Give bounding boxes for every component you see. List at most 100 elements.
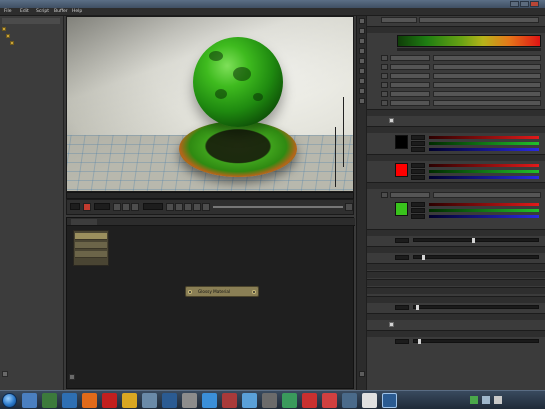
app-icon[interactable] (202, 393, 217, 408)
node-icon[interactable] (381, 100, 388, 106)
field[interactable] (433, 64, 541, 70)
node-icon[interactable] (381, 91, 388, 97)
value-field[interactable] (395, 305, 409, 310)
red-slider[interactable] (429, 136, 539, 139)
value-field[interactable] (411, 147, 425, 152)
node-icon[interactable] (381, 73, 388, 79)
app-icon[interactable] (162, 393, 177, 408)
parameter-slider[interactable] (413, 255, 539, 260)
field[interactable] (433, 73, 541, 79)
field[interactable] (143, 203, 163, 210)
value-field[interactable] (395, 238, 409, 243)
app-icon[interactable] (262, 393, 277, 408)
app-icon[interactable] (302, 393, 317, 408)
app-icon[interactable] (222, 393, 237, 408)
field[interactable] (390, 55, 430, 61)
tray-icon[interactable] (494, 396, 502, 404)
value-field[interactable] (395, 255, 409, 260)
value-field[interactable] (411, 202, 425, 207)
field[interactable] (433, 192, 541, 198)
play-icon[interactable] (131, 203, 139, 211)
value-field[interactable] (411, 169, 425, 174)
parameter-section[interactable] (367, 271, 545, 278)
red-slider[interactable] (429, 203, 539, 206)
enable-checkbox[interactable] (389, 118, 394, 123)
field[interactable] (390, 100, 430, 106)
parameter-section[interactable] (367, 296, 545, 303)
green-slider[interactable] (429, 170, 539, 173)
parameter-section[interactable] (367, 229, 545, 236)
field[interactable] (390, 64, 430, 70)
parameter-section[interactable] (367, 313, 545, 320)
tool-icon[interactable] (359, 58, 365, 64)
value-field[interactable] (395, 339, 409, 344)
pause-icon[interactable] (122, 203, 130, 211)
parameter-section[interactable] (367, 263, 545, 270)
field[interactable] (390, 192, 430, 198)
gradient-bar[interactable] (397, 35, 541, 47)
material-section[interactable] (367, 109, 545, 116)
camera-icon[interactable] (184, 203, 192, 211)
list-item[interactable] (75, 251, 107, 258)
value-field[interactable] (411, 208, 425, 213)
value-field[interactable] (411, 163, 425, 168)
app-icon[interactable] (62, 393, 77, 408)
green-slider[interactable] (429, 142, 539, 145)
roughness-color-swatch[interactable] (395, 202, 408, 216)
gradient-stops[interactable] (397, 48, 541, 51)
list-item[interactable] (75, 242, 107, 249)
blue-slider[interactable] (429, 176, 539, 179)
close-button[interactable] (530, 1, 539, 7)
input-pin[interactable] (188, 290, 192, 294)
tool-icon[interactable] (359, 78, 365, 84)
diffuse-section[interactable] (367, 126, 545, 133)
node-editor[interactable]: Glossy Material (66, 217, 355, 389)
menu-edit[interactable]: Edit (20, 9, 29, 14)
parameter-slider[interactable] (413, 238, 539, 243)
tree-item-selected[interactable] (2, 40, 60, 46)
value-field[interactable] (411, 135, 425, 140)
output-pin[interactable] (252, 290, 256, 294)
expand-icon[interactable] (69, 374, 75, 380)
menu-script[interactable]: Script (36, 9, 49, 14)
app-icon[interactable] (382, 393, 397, 408)
network-icon[interactable] (470, 396, 478, 404)
app-icon[interactable] (362, 393, 377, 408)
inspector-title[interactable] (419, 17, 539, 23)
start-button[interactable] (2, 393, 17, 408)
app-icon[interactable] (282, 393, 297, 408)
menu-file[interactable]: File (4, 9, 12, 14)
field[interactable] (433, 91, 541, 97)
parameter-section[interactable] (367, 246, 545, 253)
media-icon[interactable] (42, 393, 57, 408)
specular-section[interactable] (367, 154, 545, 161)
tool-icon[interactable] (359, 48, 365, 54)
roughness-section[interactable] (367, 182, 545, 189)
red-slider[interactable] (429, 164, 539, 167)
gradient-section[interactable] (367, 26, 545, 33)
blue-slider[interactable] (429, 148, 539, 151)
tool-icon[interactable] (359, 88, 365, 94)
parameter-section[interactable] (367, 287, 545, 294)
firefox-icon[interactable] (82, 393, 97, 408)
tool-icon[interactable] (359, 18, 365, 24)
value-field[interactable] (411, 175, 425, 180)
specular-color-swatch[interactable] (395, 163, 408, 177)
minimize-button[interactable] (510, 1, 519, 7)
field[interactable] (390, 82, 430, 88)
tool-icon[interactable] (359, 68, 365, 74)
green-slider[interactable] (429, 209, 539, 212)
record-icon[interactable] (83, 203, 91, 211)
app-icon[interactable] (142, 393, 157, 408)
parameter-slider[interactable] (413, 339, 539, 344)
node-icon[interactable] (381, 82, 388, 88)
field[interactable] (433, 55, 541, 61)
field[interactable] (433, 82, 541, 88)
value-field[interactable] (411, 141, 425, 146)
render-viewport[interactable] (66, 16, 354, 192)
parameter-slider[interactable] (413, 305, 539, 310)
blue-slider[interactable] (429, 215, 539, 218)
menu-help[interactable]: Help (72, 9, 82, 14)
menu-buffer[interactable]: Buffer (54, 9, 68, 14)
yandex-icon[interactable] (102, 393, 117, 408)
